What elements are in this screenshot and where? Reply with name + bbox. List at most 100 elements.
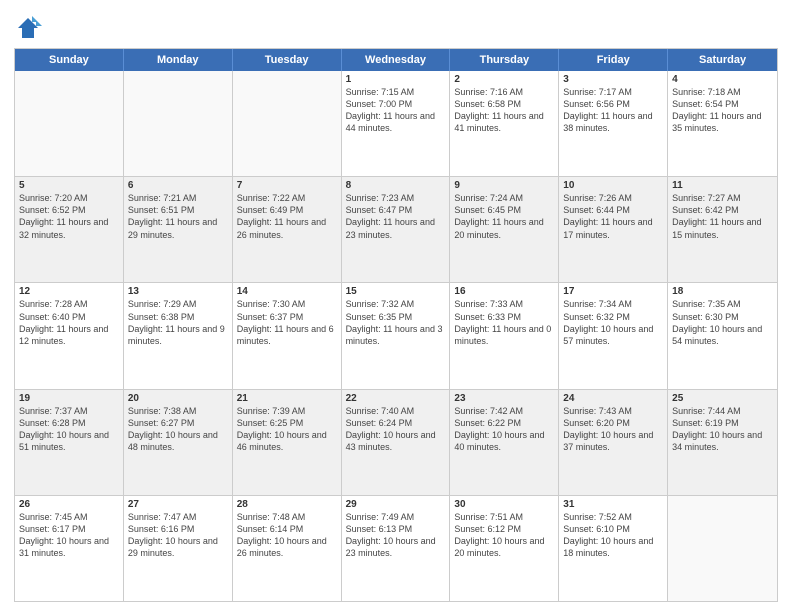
cal-cell-11: 11Sunrise: 7:27 AM Sunset: 6:42 PM Dayli… [668,177,777,282]
day-info: Sunrise: 7:35 AM Sunset: 6:30 PM Dayligh… [672,298,773,347]
day-number: 16 [454,286,554,297]
day-number: 10 [563,180,663,191]
day-number: 3 [563,74,663,85]
day-info: Sunrise: 7:18 AM Sunset: 6:54 PM Dayligh… [672,86,773,135]
day-number: 20 [128,393,228,404]
cal-cell-4: 4Sunrise: 7:18 AM Sunset: 6:54 PM Daylig… [668,71,777,176]
cal-week-2: 5Sunrise: 7:20 AM Sunset: 6:52 PM Daylig… [15,177,777,283]
cal-cell-23: 23Sunrise: 7:42 AM Sunset: 6:22 PM Dayli… [450,390,559,495]
day-info: Sunrise: 7:32 AM Sunset: 6:35 PM Dayligh… [346,298,446,347]
day-info: Sunrise: 7:29 AM Sunset: 6:38 PM Dayligh… [128,298,228,347]
calendar: SundayMondayTuesdayWednesdayThursdayFrid… [14,48,778,602]
day-info: Sunrise: 7:21 AM Sunset: 6:51 PM Dayligh… [128,192,228,241]
day-number: 7 [237,180,337,191]
cal-week-5: 26Sunrise: 7:45 AM Sunset: 6:17 PM Dayli… [15,496,777,601]
cal-week-4: 19Sunrise: 7:37 AM Sunset: 6:28 PM Dayli… [15,390,777,496]
day-number: 25 [672,393,773,404]
cal-cell-10: 10Sunrise: 7:26 AM Sunset: 6:44 PM Dayli… [559,177,668,282]
day-number: 22 [346,393,446,404]
cal-cell-31: 31Sunrise: 7:52 AM Sunset: 6:10 PM Dayli… [559,496,668,601]
day-number: 12 [19,286,119,297]
day-info: Sunrise: 7:16 AM Sunset: 6:58 PM Dayligh… [454,86,554,135]
day-info: Sunrise: 7:20 AM Sunset: 6:52 PM Dayligh… [19,192,119,241]
cal-cell-21: 21Sunrise: 7:39 AM Sunset: 6:25 PM Dayli… [233,390,342,495]
cal-cell-empty-6 [668,496,777,601]
cal-cell-empty-2 [233,71,342,176]
cal-cell-18: 18Sunrise: 7:35 AM Sunset: 6:30 PM Dayli… [668,283,777,388]
cal-cell-16: 16Sunrise: 7:33 AM Sunset: 6:33 PM Dayli… [450,283,559,388]
cal-cell-20: 20Sunrise: 7:38 AM Sunset: 6:27 PM Dayli… [124,390,233,495]
day-info: Sunrise: 7:37 AM Sunset: 6:28 PM Dayligh… [19,405,119,454]
day-info: Sunrise: 7:34 AM Sunset: 6:32 PM Dayligh… [563,298,663,347]
day-info: Sunrise: 7:42 AM Sunset: 6:22 PM Dayligh… [454,405,554,454]
cal-cell-15: 15Sunrise: 7:32 AM Sunset: 6:35 PM Dayli… [342,283,451,388]
day-number: 21 [237,393,337,404]
day-number: 5 [19,180,119,191]
cal-cell-7: 7Sunrise: 7:22 AM Sunset: 6:49 PM Daylig… [233,177,342,282]
day-info: Sunrise: 7:15 AM Sunset: 7:00 PM Dayligh… [346,86,446,135]
cal-cell-17: 17Sunrise: 7:34 AM Sunset: 6:32 PM Dayli… [559,283,668,388]
cal-week-3: 12Sunrise: 7:28 AM Sunset: 6:40 PM Dayli… [15,283,777,389]
logo [14,14,46,42]
day-number: 31 [563,499,663,510]
cal-header-monday: Monday [124,49,233,71]
cal-cell-19: 19Sunrise: 7:37 AM Sunset: 6:28 PM Dayli… [15,390,124,495]
cal-header-friday: Friday [559,49,668,71]
day-number: 19 [19,393,119,404]
cal-cell-empty-0 [15,71,124,176]
day-number: 15 [346,286,446,297]
day-number: 29 [346,499,446,510]
day-info: Sunrise: 7:40 AM Sunset: 6:24 PM Dayligh… [346,405,446,454]
day-info: Sunrise: 7:45 AM Sunset: 6:17 PM Dayligh… [19,511,119,560]
day-info: Sunrise: 7:48 AM Sunset: 6:14 PM Dayligh… [237,511,337,560]
cal-cell-25: 25Sunrise: 7:44 AM Sunset: 6:19 PM Dayli… [668,390,777,495]
day-info: Sunrise: 7:43 AM Sunset: 6:20 PM Dayligh… [563,405,663,454]
cal-header-thursday: Thursday [450,49,559,71]
cal-header-saturday: Saturday [668,49,777,71]
cal-cell-3: 3Sunrise: 7:17 AM Sunset: 6:56 PM Daylig… [559,71,668,176]
day-number: 18 [672,286,773,297]
cal-cell-27: 27Sunrise: 7:47 AM Sunset: 6:16 PM Dayli… [124,496,233,601]
cal-cell-13: 13Sunrise: 7:29 AM Sunset: 6:38 PM Dayli… [124,283,233,388]
day-info: Sunrise: 7:26 AM Sunset: 6:44 PM Dayligh… [563,192,663,241]
day-number: 28 [237,499,337,510]
calendar-header-row: SundayMondayTuesdayWednesdayThursdayFrid… [15,49,777,71]
cal-cell-14: 14Sunrise: 7:30 AM Sunset: 6:37 PM Dayli… [233,283,342,388]
header [14,10,778,42]
cal-cell-24: 24Sunrise: 7:43 AM Sunset: 6:20 PM Dayli… [559,390,668,495]
day-number: 30 [454,499,554,510]
day-number: 13 [128,286,228,297]
day-info: Sunrise: 7:51 AM Sunset: 6:12 PM Dayligh… [454,511,554,560]
cal-cell-22: 22Sunrise: 7:40 AM Sunset: 6:24 PM Dayli… [342,390,451,495]
day-info: Sunrise: 7:23 AM Sunset: 6:47 PM Dayligh… [346,192,446,241]
day-info: Sunrise: 7:39 AM Sunset: 6:25 PM Dayligh… [237,405,337,454]
day-number: 11 [672,180,773,191]
cal-cell-2: 2Sunrise: 7:16 AM Sunset: 6:58 PM Daylig… [450,71,559,176]
day-number: 1 [346,74,446,85]
day-number: 26 [19,499,119,510]
day-info: Sunrise: 7:38 AM Sunset: 6:27 PM Dayligh… [128,405,228,454]
day-number: 23 [454,393,554,404]
cal-cell-empty-1 [124,71,233,176]
day-number: 4 [672,74,773,85]
day-info: Sunrise: 7:30 AM Sunset: 6:37 PM Dayligh… [237,298,337,347]
day-info: Sunrise: 7:47 AM Sunset: 6:16 PM Dayligh… [128,511,228,560]
day-number: 8 [346,180,446,191]
logo-icon [14,14,42,42]
day-number: 17 [563,286,663,297]
day-info: Sunrise: 7:44 AM Sunset: 6:19 PM Dayligh… [672,405,773,454]
day-info: Sunrise: 7:24 AM Sunset: 6:45 PM Dayligh… [454,192,554,241]
day-info: Sunrise: 7:33 AM Sunset: 6:33 PM Dayligh… [454,298,554,347]
cal-cell-6: 6Sunrise: 7:21 AM Sunset: 6:51 PM Daylig… [124,177,233,282]
cal-header-wednesday: Wednesday [342,49,451,71]
calendar-body: 1Sunrise: 7:15 AM Sunset: 7:00 PM Daylig… [15,71,777,601]
cal-cell-9: 9Sunrise: 7:24 AM Sunset: 6:45 PM Daylig… [450,177,559,282]
day-info: Sunrise: 7:22 AM Sunset: 6:49 PM Dayligh… [237,192,337,241]
day-number: 2 [454,74,554,85]
cal-cell-8: 8Sunrise: 7:23 AM Sunset: 6:47 PM Daylig… [342,177,451,282]
cal-cell-30: 30Sunrise: 7:51 AM Sunset: 6:12 PM Dayli… [450,496,559,601]
day-number: 6 [128,180,228,191]
day-info: Sunrise: 7:28 AM Sunset: 6:40 PM Dayligh… [19,298,119,347]
cal-header-tuesday: Tuesday [233,49,342,71]
day-number: 9 [454,180,554,191]
